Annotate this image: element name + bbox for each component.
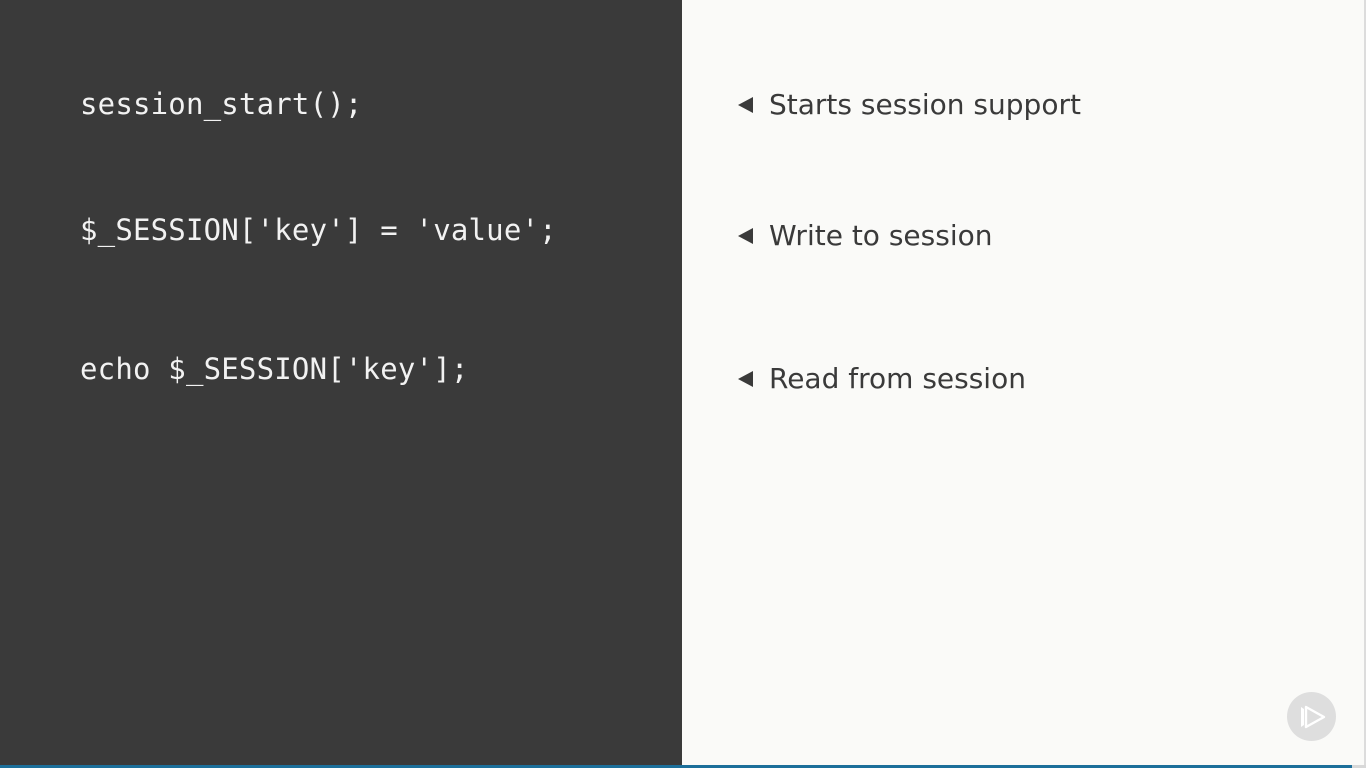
code-line-session-write: $_SESSION['key'] = 'value'; <box>80 213 557 247</box>
left-arrow-icon <box>738 371 753 387</box>
note-write-session: Write to session <box>738 216 992 256</box>
note-starts-session: Starts session support <box>738 85 1081 125</box>
note-read-session: Read from session <box>738 359 1026 399</box>
left-arrow-icon <box>738 228 753 244</box>
note-text: Write to session <box>769 219 993 252</box>
code-line-session-start: session_start(); <box>80 87 363 121</box>
note-text: Read from session <box>769 362 1026 395</box>
play-logo-icon <box>1300 705 1325 728</box>
slide: session_start(); $_SESSION['key'] = 'val… <box>0 0 1366 768</box>
code-panel: session_start(); $_SESSION['key'] = 'val… <box>0 0 682 768</box>
left-arrow-icon <box>738 97 753 113</box>
code-line-session-read: echo $_SESSION['key']; <box>80 352 469 386</box>
play-logo-button[interactable] <box>1287 692 1336 741</box>
note-text: Starts session support <box>769 88 1081 121</box>
